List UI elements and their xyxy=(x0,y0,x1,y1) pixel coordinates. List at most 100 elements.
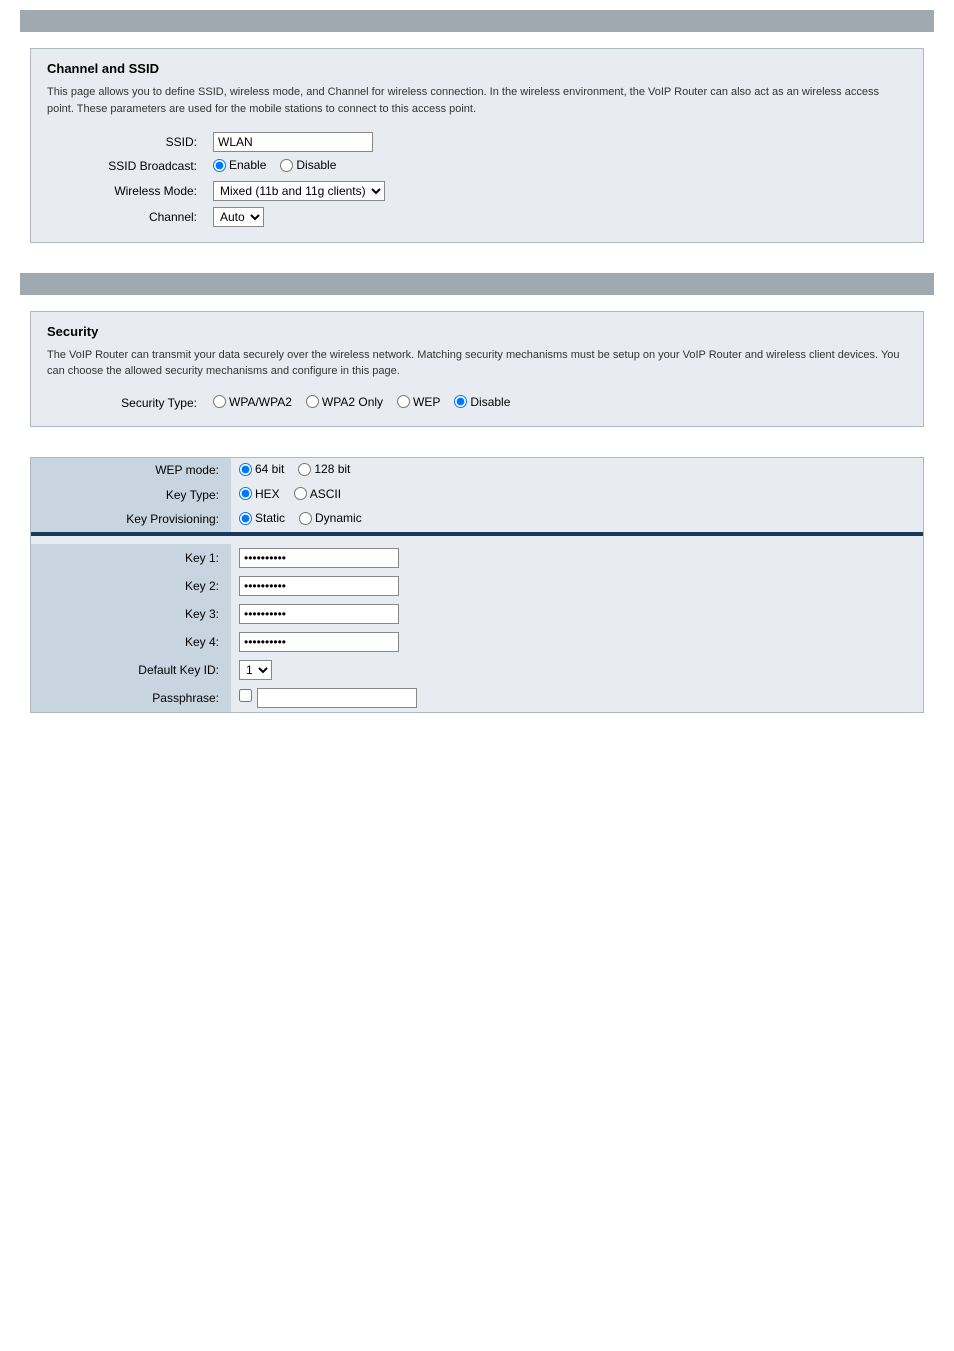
security-wpa-wpa2-label: WPA/WPA2 xyxy=(229,395,292,409)
key-type-value-cell: HEX ASCII xyxy=(231,483,923,508)
key-provisioning-value-cell: Static Dynamic xyxy=(231,507,923,532)
key-provisioning-dynamic-radio[interactable] xyxy=(299,512,312,525)
security-desc: The VoIP Router can transmit your data s… xyxy=(47,347,907,380)
key-type-hex-label: HEX xyxy=(255,487,280,501)
key3-row: Key 3: xyxy=(31,600,923,628)
passphrase-checkbox[interactable] xyxy=(239,689,252,702)
ssid-broadcast-row: SSID Broadcast: Enable Disable xyxy=(47,155,907,178)
security-type-label: Security Type: xyxy=(47,392,207,415)
key-provisioning-row: Key Provisioning: Static Dynamic xyxy=(31,507,923,532)
key3-label: Key 3: xyxy=(31,600,231,628)
wep-mode-label: WEP mode: xyxy=(31,458,231,483)
security-wpa2-only-item[interactable]: WPA2 Only xyxy=(306,395,383,409)
channel-ssid-card: Channel and SSID This page allows you to… xyxy=(30,48,924,243)
channel-ssid-form: SSID: SSID Broadcast: Enable xyxy=(47,129,907,230)
wireless-mode-row: Wireless Mode: Mixed (11b and 11g client… xyxy=(47,178,907,204)
default-key-id-value-cell: 1 2 3 4 xyxy=(231,656,923,684)
wep-table: WEP mode: 64 bit 128 bit xyxy=(31,458,923,712)
security-wpa-wpa2-radio[interactable] xyxy=(213,395,226,408)
wireless-mode-label: Wireless Mode: xyxy=(47,178,207,204)
security-wpa2-only-label: WPA2 Only xyxy=(322,395,383,409)
passphrase-value-cell xyxy=(231,684,923,712)
key-provisioning-dynamic-item[interactable]: Dynamic xyxy=(299,511,362,525)
security-card: Security The VoIP Router can transmit yo… xyxy=(30,311,924,428)
key2-label: Key 2: xyxy=(31,572,231,600)
key1-value-cell xyxy=(231,544,923,572)
key-type-label: Key Type: xyxy=(31,483,231,508)
wireless-mode-value-cell: Mixed (11b and 11g clients) 11b only 11g… xyxy=(207,178,907,204)
key-type-group: HEX ASCII xyxy=(239,487,341,501)
security-disable-radio[interactable] xyxy=(454,395,467,408)
ssid-label: SSID: xyxy=(47,129,207,155)
key-type-hex-item[interactable]: HEX xyxy=(239,487,280,501)
security-form: Security Type: WPA/WPA2 WPA2 Only xyxy=(47,392,907,415)
key-type-hex-radio[interactable] xyxy=(239,487,252,500)
security-title: Security xyxy=(47,324,907,339)
key-provisioning-static-radio[interactable] xyxy=(239,512,252,525)
section2-header xyxy=(20,273,934,295)
ssid-broadcast-enable-label: Enable xyxy=(229,158,266,172)
wep-128bit-radio[interactable] xyxy=(298,463,311,476)
security-wpa2-only-radio[interactable] xyxy=(306,395,319,408)
security-wep-label: WEP xyxy=(413,395,440,409)
key1-input[interactable] xyxy=(239,548,399,568)
key4-label: Key 4: xyxy=(31,628,231,656)
ssid-row: SSID: xyxy=(47,129,907,155)
wep-mode-value-cell: 64 bit 128 bit xyxy=(231,458,923,483)
key-provisioning-label: Key Provisioning: xyxy=(31,507,231,532)
security-disable-item[interactable]: Disable xyxy=(454,395,510,409)
security-wpa-wpa2-item[interactable]: WPA/WPA2 xyxy=(213,395,292,409)
ssid-input[interactable] xyxy=(213,132,373,152)
wep-mode-group: 64 bit 128 bit xyxy=(239,462,350,476)
default-key-id-label: Default Key ID: xyxy=(31,656,231,684)
key-type-ascii-item[interactable]: ASCII xyxy=(294,487,341,501)
key-type-ascii-radio[interactable] xyxy=(294,487,307,500)
key-provisioning-group: Static Dynamic xyxy=(239,511,362,525)
wep-128bit-label: 128 bit xyxy=(314,462,350,476)
channel-select[interactable]: Auto 1 6 11 xyxy=(213,207,264,227)
key3-value-cell xyxy=(231,600,923,628)
ssid-broadcast-group: Enable Disable xyxy=(213,158,336,172)
wep-mode-row: WEP mode: 64 bit 128 bit xyxy=(31,458,923,483)
security-wep-item[interactable]: WEP xyxy=(397,395,440,409)
key4-row: Key 4: xyxy=(31,628,923,656)
ssid-value-cell xyxy=(207,129,907,155)
passphrase-label: Passphrase: xyxy=(31,684,231,712)
ssid-broadcast-label: SSID Broadcast: xyxy=(47,155,207,178)
security-wep-radio[interactable] xyxy=(397,395,410,408)
ssid-broadcast-enable-radio[interactable] xyxy=(213,159,226,172)
key2-value-cell xyxy=(231,572,923,600)
ssid-broadcast-value-cell: Enable Disable xyxy=(207,155,907,178)
key-provisioning-static-label: Static xyxy=(255,511,285,525)
key-type-ascii-label: ASCII xyxy=(310,487,341,501)
ssid-broadcast-disable-item[interactable]: Disable xyxy=(280,158,336,172)
ssid-broadcast-disable-radio[interactable] xyxy=(280,159,293,172)
key2-input[interactable] xyxy=(239,576,399,596)
security-type-value-cell: WPA/WPA2 WPA2 Only WEP xyxy=(207,392,907,415)
wep-64bit-radio[interactable] xyxy=(239,463,252,476)
ssid-broadcast-disable-label: Disable xyxy=(296,158,336,172)
ssid-broadcast-enable-item[interactable]: Enable xyxy=(213,158,266,172)
passphrase-input[interactable] xyxy=(257,688,417,708)
key1-row: Key 1: xyxy=(31,544,923,572)
wep-spacer xyxy=(31,536,923,544)
security-disable-label: Disable xyxy=(470,395,510,409)
wireless-mode-select[interactable]: Mixed (11b and 11g clients) 11b only 11g… xyxy=(213,181,385,201)
default-key-id-select[interactable]: 1 2 3 4 xyxy=(239,660,272,680)
security-type-group: WPA/WPA2 WPA2 Only WEP xyxy=(213,395,510,409)
key4-value-cell xyxy=(231,628,923,656)
channel-value-cell: Auto 1 6 11 xyxy=(207,204,907,230)
wep-section: WEP mode: 64 bit 128 bit xyxy=(30,457,924,713)
wep-64bit-label: 64 bit xyxy=(255,462,284,476)
wep-128bit-item[interactable]: 128 bit xyxy=(298,462,350,476)
security-type-row: Security Type: WPA/WPA2 WPA2 Only xyxy=(47,392,907,415)
passphrase-row: Passphrase: xyxy=(31,684,923,712)
channel-ssid-desc: This page allows you to define SSID, wir… xyxy=(47,84,907,117)
default-key-id-row: Default Key ID: 1 2 3 4 xyxy=(31,656,923,684)
key-provisioning-static-item[interactable]: Static xyxy=(239,511,285,525)
wep-64bit-item[interactable]: 64 bit xyxy=(239,462,284,476)
channel-ssid-title: Channel and SSID xyxy=(47,61,907,76)
key4-input[interactable] xyxy=(239,632,399,652)
section1-header xyxy=(20,10,934,32)
key3-input[interactable] xyxy=(239,604,399,624)
